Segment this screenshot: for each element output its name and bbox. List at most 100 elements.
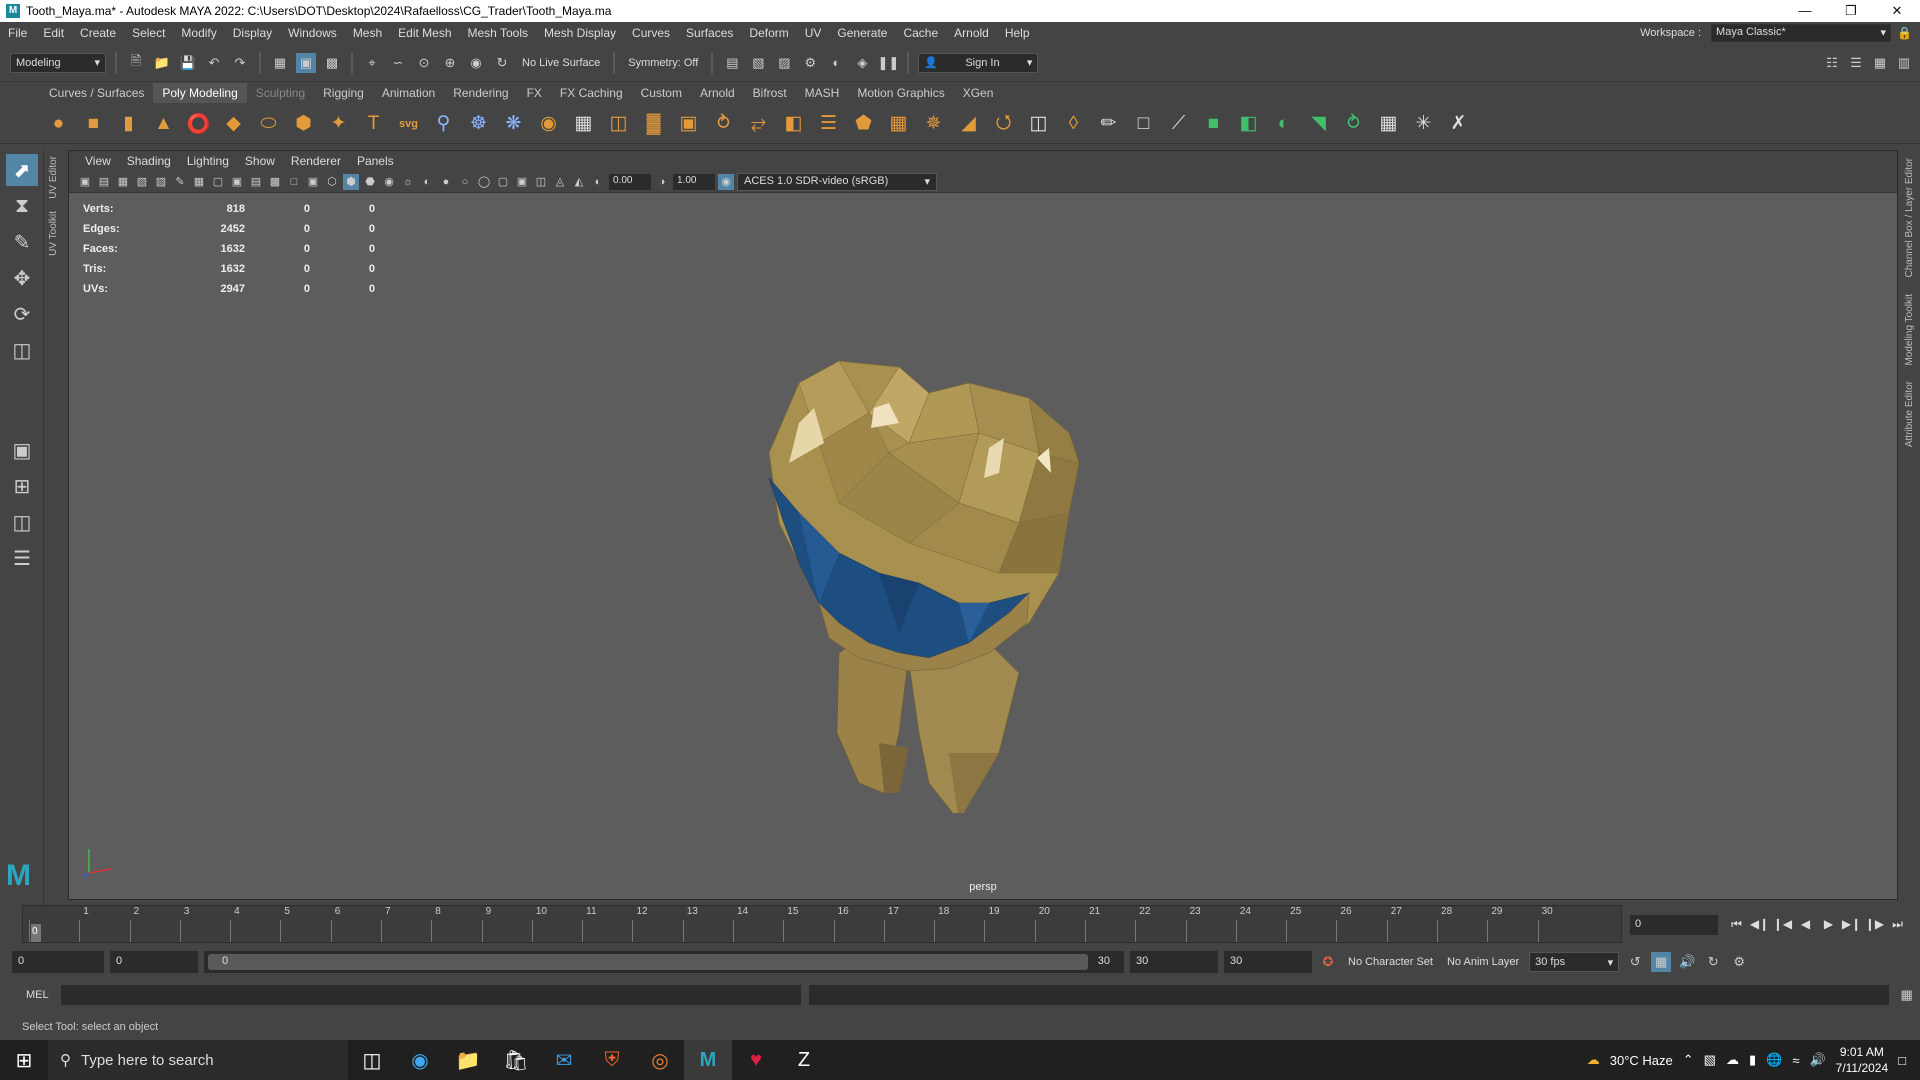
paint-select-tool-icon[interactable]: ✎ [6, 226, 38, 258]
menu-file[interactable]: File [0, 26, 35, 40]
menu-deform[interactable]: Deform [741, 26, 796, 40]
snap-curve-icon[interactable]: ∽ [388, 53, 408, 73]
range-slider[interactable]: 0 30 [204, 951, 1124, 973]
volume-icon[interactable]: 🔊 [1809, 1052, 1825, 1068]
extrude-icon[interactable]: ◧ [779, 109, 808, 138]
combine-icon[interactable]: ◉ [534, 109, 563, 138]
offset-edge-loop-icon[interactable]: ⟋ [1164, 109, 1193, 138]
snap-live-icon[interactable]: ↻ [492, 53, 512, 73]
wireframe-on-shaded-icon[interactable]: ⬣ [362, 174, 378, 190]
sew-uv-icon[interactable]: ⥁ [1339, 109, 1368, 138]
reset-transform-icon[interactable]: ❋ [499, 109, 528, 138]
range-slider-handle[interactable] [208, 954, 1088, 970]
auto-key-icon[interactable]: ✪ [1318, 952, 1338, 972]
menu-generate[interactable]: Generate [829, 26, 895, 40]
battery-icon[interactable]: ▮ [1749, 1052, 1756, 1068]
open-scene-icon[interactable]: 📁 [152, 53, 172, 73]
render-view-icon[interactable]: ▤ [722, 53, 742, 73]
poly-cone-icon[interactable]: ▲ [149, 109, 178, 138]
new-scene-icon[interactable]: 🗎 [126, 53, 146, 73]
shelf-tab-custom[interactable]: Custom [632, 83, 691, 103]
save-scene-icon[interactable]: 💾 [178, 53, 198, 73]
anti-aliasing-icon[interactable]: ◯ [476, 174, 492, 190]
render-frame-icon[interactable]: ▧ [748, 53, 768, 73]
chevron-up-icon[interactable]: ⌃ [1683, 1052, 1694, 1068]
scale-tool-icon[interactable]: ◫ [6, 334, 38, 366]
pause-icon[interactable]: ❚❚ [877, 53, 899, 73]
menu-mesh-tools[interactable]: Mesh Tools [460, 26, 536, 40]
xray-icon[interactable]: ◫ [533, 174, 549, 190]
mirror-icon[interactable]: ⚲ [429, 109, 458, 138]
cloud-icon[interactable]: ☁ [1726, 1052, 1739, 1068]
safe-action-icon[interactable]: □ [286, 174, 302, 190]
merge-icon[interactable]: ◊ [1059, 109, 1088, 138]
retopologize-icon[interactable]: ⥂ [744, 109, 773, 138]
circularize-icon[interactable]: ⭯ [989, 109, 1018, 138]
panel-menu-lighting[interactable]: Lighting [179, 154, 237, 168]
play-forwards-icon[interactable]: ▶ [1818, 913, 1839, 935]
poly-disc-icon[interactable]: ⬭ [254, 109, 283, 138]
shadows-icon[interactable]: ◐ [419, 174, 435, 190]
shelf-tab-motion-graphics[interactable]: Motion Graphics [848, 83, 953, 103]
exposure-field[interactable]: 0.00 [609, 173, 651, 190]
bridge-icon[interactable]: ☰ [814, 109, 843, 138]
live-surface-label[interactable]: No Live Surface [518, 57, 604, 69]
menu-arnold[interactable]: Arnold [946, 26, 997, 40]
shelf-tab-poly-modeling[interactable]: Poly Modeling [153, 83, 247, 103]
menu-display[interactable]: Display [225, 26, 280, 40]
select-hierarchy-icon[interactable]: ▦ [270, 53, 290, 73]
side-tab-channel-box[interactable]: Channel Box / Layer Editor [1900, 150, 1919, 286]
toggle-attribute-editor-icon[interactable]: ☰ [1846, 53, 1866, 73]
sign-in-button[interactable]: 👤 Sign In ▾ [918, 52, 1039, 73]
append-poly-icon[interactable]: ✵ [919, 109, 948, 138]
mail-icon[interactable]: ✉ [540, 1040, 588, 1080]
four-view-layout-icon[interactable]: ⊞ [6, 470, 38, 502]
shelf-tab-rigging[interactable]: Rigging [314, 83, 373, 103]
menu-create[interactable]: Create [72, 26, 124, 40]
step-forward-frame-icon[interactable]: ❙▶ [1864, 913, 1885, 935]
restore-button[interactable]: ❐ [1828, 0, 1874, 22]
lock-icon[interactable]: 🔒 [1897, 26, 1912, 40]
rotate-tool-icon[interactable]: ⟳ [6, 298, 38, 330]
shelf-tab-bifrost[interactable]: Bifrost [744, 83, 796, 103]
cylindrical-mapping-icon[interactable]: ◧ [1234, 109, 1263, 138]
collapse-icon[interactable]: ◫ [1024, 109, 1053, 138]
cache-playback-icon[interactable]: ▦ [1651, 952, 1672, 972]
app-red-icon[interactable]: ♥ [732, 1040, 780, 1080]
panel-menu-renderer[interactable]: Renderer [283, 154, 349, 168]
undo-icon[interactable]: ↶ [204, 53, 224, 73]
menu-cache[interactable]: Cache [895, 26, 946, 40]
blender-icon[interactable]: ◎ [636, 1040, 684, 1080]
close-button[interactable]: ✕ [1874, 0, 1920, 22]
cut-uv-icon[interactable]: ✗ [1444, 109, 1473, 138]
network-icon[interactable]: ≈ [1792, 1053, 1799, 1068]
gamma-field[interactable]: 1.00 [673, 173, 715, 190]
safe-title-icon[interactable]: ▣ [305, 174, 321, 190]
character-set-select[interactable]: No Character Set [1344, 956, 1437, 968]
snap-grid-icon[interactable]: ⌖ [362, 53, 382, 73]
animation-preferences-icon[interactable]: ↻ [1703, 952, 1723, 972]
poly-type-icon[interactable]: T [359, 109, 388, 138]
snap-view-icon[interactable]: ⊕ [440, 53, 460, 73]
step-back-key-icon[interactable]: ❙◀ [1772, 913, 1793, 935]
shelf-tab-sculpting[interactable]: Sculpting [247, 83, 314, 103]
poly-count-icon[interactable]: ☸ [464, 109, 493, 138]
current-frame-field[interactable]: 0 [1630, 915, 1718, 935]
fps-select[interactable]: 30 fps ▾ [1529, 952, 1620, 972]
camera-icon[interactable]: ▧ [1704, 1052, 1716, 1068]
uv-editor-icon[interactable]: ▦ [1374, 109, 1403, 138]
remesh-icon[interactable]: ⥁ [709, 109, 738, 138]
toggle-modeling-toolkit-icon[interactable]: ☷ [1822, 53, 1842, 73]
redo-icon[interactable]: ↷ [230, 53, 250, 73]
poly-plane-icon[interactable]: ◆ [219, 109, 248, 138]
symmetry-label[interactable]: Symmetry: Off [624, 57, 702, 69]
grid-icon[interactable]: ▦ [191, 174, 207, 190]
snap-surface-icon[interactable]: ◉ [466, 53, 486, 73]
textured-icon[interactable]: ◉ [381, 174, 397, 190]
taskbar-clock[interactable]: 9:01 AM 7/11/2024 [1836, 1044, 1889, 1076]
task-view-icon[interactable]: ◫ [348, 1040, 396, 1080]
taskbar-search[interactable]: ⚲ Type here to search [48, 1040, 348, 1080]
color-space-select[interactable]: ACES 1.0 SDR-video (sRGB) ▾ [737, 172, 937, 191]
perspective-viewport[interactable]: Verts: 818 0 0 Edges: 2452 0 0 Faces: 1632 0 0 Tr… [69, 193, 1897, 899]
platonic-solid-icon[interactable]: ⬢ [289, 109, 318, 138]
